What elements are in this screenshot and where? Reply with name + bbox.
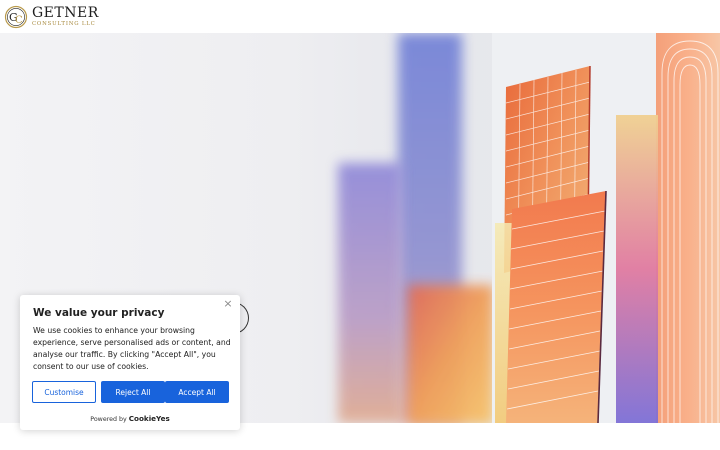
site-header: G C GETNER CONSULTING LLC [0, 0, 720, 33]
powered-by: Powered by CookieYes [20, 414, 240, 423]
logo-name: GETNER [32, 5, 99, 21]
cookie-description: We use cookies to enhance your browsing … [33, 326, 231, 371]
svg-text:C: C [15, 15, 23, 26]
cookie-consent-banner: × We value your privacy We use cookies t… [20, 295, 240, 430]
powered-by-label: Powered by [90, 416, 127, 423]
accept-all-button[interactable]: Accept All [165, 381, 229, 403]
customise-button[interactable]: Customise [32, 381, 96, 403]
logo-monogram-icon: G C [4, 5, 28, 29]
logo-subtitle: CONSULTING LLC [32, 21, 96, 27]
company-logo[interactable]: G C GETNER CONSULTING LLC [4, 3, 99, 31]
cookieyes-brand[interactable]: CookieYes [129, 414, 170, 423]
logo-text: GETNER CONSULTING LLC [32, 6, 99, 28]
cookie-title: We value your privacy [33, 307, 165, 319]
close-icon[interactable]: × [222, 298, 234, 310]
reject-all-button[interactable]: Reject All [101, 381, 165, 403]
